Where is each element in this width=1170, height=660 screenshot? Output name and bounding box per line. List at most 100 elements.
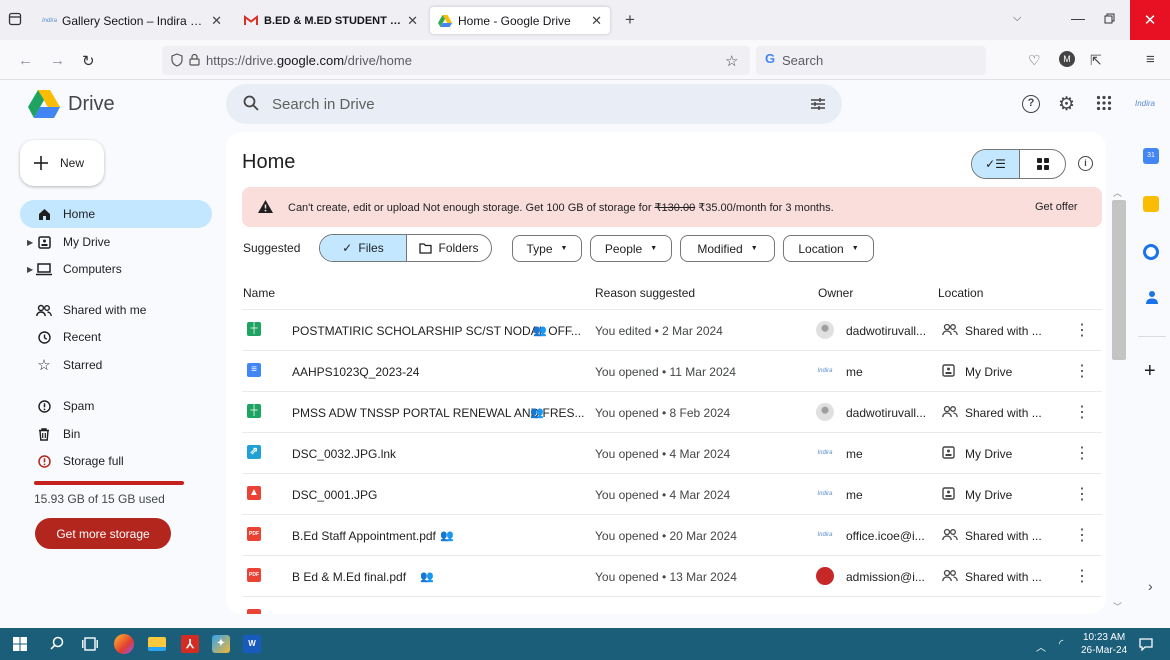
sidebar-item-storage-full[interactable]: Storage full	[20, 447, 212, 475]
drive-logo-icon[interactable]	[28, 90, 60, 118]
taskbar-search-icon[interactable]	[50, 636, 64, 650]
search-icon[interactable]	[243, 95, 259, 111]
file-name[interactable]: DSC_0001.JPG	[292, 488, 377, 502]
url-text[interactable]: https://drive.google.com/drive/home	[206, 53, 412, 68]
browser-tab-google-drive[interactable]: Home - Google Drive ✕	[430, 7, 610, 34]
file-location[interactable]: My Drive	[965, 488, 1012, 502]
files-segment-button[interactable]: ✓ Files	[320, 235, 407, 261]
account-icon[interactable]: M	[1059, 51, 1075, 67]
file-name[interactable]: B Ed & M.Ed final.pdf	[292, 570, 406, 584]
more-actions-icon[interactable]: ⋮	[1074, 320, 1090, 340]
add-addon-icon[interactable]: +	[1144, 360, 1156, 383]
sidebar-item-my-drive[interactable]: ▶ My Drive	[20, 228, 212, 256]
search-options-icon[interactable]	[810, 96, 826, 112]
file-name[interactable]: AAHPS1023Q_2023-24	[292, 365, 419, 379]
column-header-location[interactable]: Location	[938, 286, 983, 300]
new-button[interactable]: New	[20, 140, 104, 186]
lock-icon[interactable]	[189, 53, 200, 66]
forward-icon[interactable]: →	[50, 52, 65, 69]
pocket-icon[interactable]: ♡	[1028, 52, 1041, 69]
close-tab-icon[interactable]: ✕	[591, 13, 602, 29]
app-taskbar-icon[interactable]: ✦	[212, 635, 230, 653]
file-row-partial[interactable]	[242, 597, 1102, 614]
drive-product-name[interactable]: Drive	[68, 93, 115, 116]
modified-filter-chip[interactable]: Modified ▼	[680, 235, 775, 262]
sidebar-item-starred[interactable]: ☆ Starred	[20, 351, 212, 379]
tasks-icon[interactable]	[1143, 244, 1159, 260]
people-filter-chip[interactable]: People ▼	[590, 235, 672, 262]
grid-view-button[interactable]	[1020, 150, 1065, 178]
file-row[interactable]: ⇗ DSC_0032.JPG.lnk You opened • 4 Mar 2024…	[242, 433, 1102, 474]
contacts-icon[interactable]	[1146, 290, 1158, 304]
reload-icon[interactable]: ↻	[82, 52, 95, 70]
file-location[interactable]: Shared with ...	[965, 570, 1042, 584]
firefox-taskbar-icon[interactable]	[114, 634, 134, 654]
browser-tab-student-details[interactable]: B.ED & M.ED STUDENT DETAILS ✕	[236, 7, 426, 34]
files-folders-toggle[interactable]: ✓ Files Folders	[319, 234, 492, 262]
folders-segment-button[interactable]: Folders	[407, 235, 491, 261]
bookmark-star-icon[interactable]: ☆	[725, 52, 738, 70]
expand-panel-icon[interactable]: ›	[1148, 578, 1153, 594]
keep-icon[interactable]	[1143, 196, 1159, 212]
network-icon[interactable]: ◜	[1059, 637, 1063, 650]
task-view-icon[interactable]	[82, 637, 98, 651]
scroll-down-icon[interactable]: ﹀	[1113, 600, 1122, 613]
back-icon[interactable]: ←	[18, 52, 33, 69]
sidebar-item-spam[interactable]: Spam	[20, 392, 212, 420]
column-header-name[interactable]: Name	[243, 286, 275, 300]
apps-grid-icon[interactable]	[1096, 95, 1112, 111]
drive-search-input[interactable]: Search in Drive	[272, 96, 375, 113]
shield-icon[interactable]	[171, 53, 183, 67]
tray-chevron-up-icon[interactable]: ︿	[1036, 639, 1046, 654]
column-header-owner[interactable]: Owner	[818, 286, 853, 300]
more-actions-icon[interactable]: ⋮	[1074, 484, 1090, 504]
file-row[interactable]: ┼ POSTMATIRIC SCHOLARSHIP SC/ST NODAL OFF…	[242, 310, 1102, 351]
location-filter-chip[interactable]: Location ▼	[783, 235, 874, 262]
get-offer-link[interactable]: Get offer	[1035, 201, 1078, 213]
list-all-tabs-icon[interactable]: ⌵	[1013, 12, 1021, 25]
file-location[interactable]: My Drive	[965, 447, 1012, 461]
column-header-reason[interactable]: Reason suggested	[595, 286, 695, 300]
get-more-storage-button[interactable]: Get more storage	[35, 518, 171, 549]
sidebar-item-computers[interactable]: ▶ Computers	[20, 255, 212, 283]
more-actions-icon[interactable]: ⋮	[1074, 525, 1090, 545]
menu-icon[interactable]: ≡	[1146, 51, 1155, 68]
file-name[interactable]: DSC_0032.JPG.lnk	[292, 447, 396, 461]
view-toggle[interactable]: ✓☰	[971, 149, 1066, 179]
scrollbar-thumb[interactable]	[1112, 200, 1126, 360]
scroll-up-icon[interactable]: ︿	[1113, 186, 1122, 199]
list-view-button[interactable]: ✓☰	[972, 150, 1020, 178]
sidebar-item-bin[interactable]: Bin	[20, 420, 212, 448]
taskbar-clock[interactable]: 10:23 AM 26-Mar-24	[1081, 631, 1127, 657]
file-name[interactable]: B.Ed Staff Appointment.pdf	[292, 529, 436, 543]
minimize-icon[interactable]: —	[1071, 10, 1085, 26]
close-tab-icon[interactable]: ✕	[407, 13, 418, 29]
sidebar-item-shared-with-me[interactable]: Shared with me	[20, 296, 212, 324]
more-actions-icon[interactable]: ⋮	[1074, 566, 1090, 586]
close-window-icon[interactable]: ✕	[1130, 0, 1170, 40]
notifications-icon[interactable]	[1139, 638, 1153, 651]
file-row[interactable]: ┼ PMSS ADW TNSSP PORTAL RENEWAL AND FRES.…	[242, 392, 1102, 433]
restore-icon[interactable]	[1104, 13, 1115, 24]
file-row[interactable]: ▲ DSC_0001.JPG You opened • 4 Mar 2024 Indi…	[242, 474, 1102, 515]
extensions-icon[interactable]: ⇱	[1090, 52, 1102, 69]
close-tab-icon[interactable]: ✕	[211, 13, 222, 29]
windows-start-icon[interactable]	[13, 637, 27, 651]
sidebar-item-recent[interactable]: Recent	[20, 323, 212, 351]
more-actions-icon[interactable]: ⋮	[1074, 402, 1090, 422]
account-avatar[interactable]: Indira	[1130, 95, 1160, 113]
info-icon[interactable]: i	[1078, 156, 1093, 171]
file-row[interactable]: PDF B Ed & M.Ed final.pdf 👥 You opened • 13…	[242, 556, 1102, 597]
sidebar-item-home[interactable]: Home	[20, 200, 212, 228]
expand-caret-icon[interactable]: ▶	[27, 238, 33, 247]
new-tab-icon[interactable]: +	[625, 10, 635, 30]
help-icon[interactable]: ?	[1022, 95, 1040, 113]
file-row[interactable]: PDF B.Ed Staff Appointment.pdf 👥 You opened…	[242, 515, 1102, 556]
expand-caret-icon[interactable]: ▶	[27, 265, 33, 274]
word-taskbar-icon[interactable]: W	[243, 635, 261, 653]
file-row[interactable]: ≡ AAHPS1023Q_2023-24 You opened • 11 Mar 2…	[242, 351, 1102, 392]
tab-list-icon[interactable]	[8, 12, 22, 26]
file-location[interactable]: Shared with ...	[965, 529, 1042, 543]
file-location[interactable]: My Drive	[965, 365, 1012, 379]
acrobat-taskbar-icon[interactable]: ⅄	[181, 635, 199, 653]
